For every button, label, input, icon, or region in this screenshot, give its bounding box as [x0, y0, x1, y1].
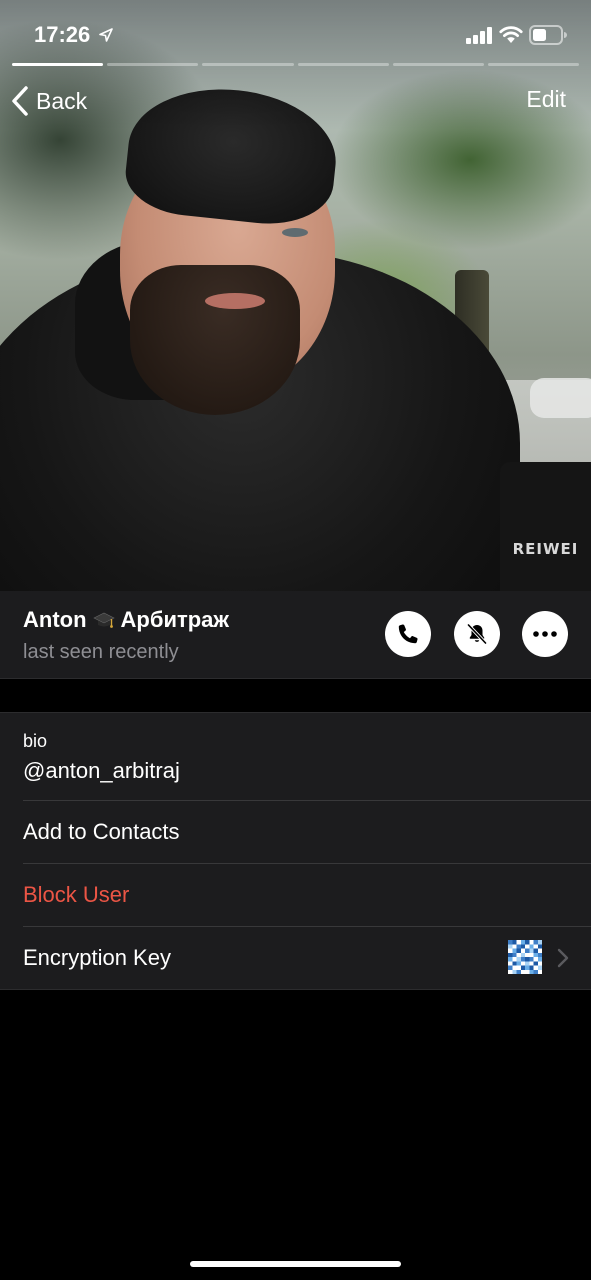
photo-cup-text: REIWEI	[512, 540, 579, 558]
bio-value[interactable]: @anton_arbitraj	[23, 758, 180, 784]
block-user-row[interactable]: Block User	[0, 863, 591, 926]
photo-lips	[205, 293, 265, 309]
bell-muted-icon	[466, 623, 488, 645]
last-seen-status: last seen recently	[23, 641, 179, 663]
profile-photo[interactable]: REIWEI	[0, 0, 591, 591]
battery-icon	[529, 25, 567, 45]
mute-button[interactable]	[454, 611, 500, 657]
add-to-contacts-row[interactable]: Add to Contacts	[0, 800, 591, 863]
encryption-key-image	[508, 940, 542, 974]
photo-segment[interactable]	[487, 63, 580, 66]
status-time: 17:26	[34, 22, 91, 47]
location-arrow-icon	[99, 28, 113, 42]
photo-eye	[282, 228, 308, 237]
block-user-label: Block User	[23, 882, 130, 907]
more-icon	[533, 631, 557, 637]
profile-info-list: bio @anton_arbitraj Add to Contacts Bloc…	[0, 712, 591, 990]
bio-row[interactable]: bio @anton_arbitraj	[0, 713, 591, 800]
back-label: Back	[36, 87, 88, 114]
photo-beard	[130, 265, 300, 415]
status-bar: 17:26	[0, 0, 591, 60]
more-button[interactable]	[522, 611, 568, 657]
photo-car	[530, 378, 591, 418]
photo-segment[interactable]	[12, 63, 104, 66]
photo-segment[interactable]	[202, 63, 294, 66]
encryption-key-label: Encryption Key	[23, 945, 171, 970]
photo-segment[interactable]	[392, 63, 484, 66]
phone-icon	[398, 624, 418, 644]
encryption-key-row[interactable]: Encryption Key	[0, 926, 591, 989]
chevron-right-icon	[557, 948, 569, 968]
add-to-contacts-label: Add to Contacts	[23, 819, 180, 844]
wifi-icon	[499, 26, 523, 43]
photo-cup	[500, 462, 591, 591]
home-indicator[interactable]	[190, 1261, 401, 1267]
user-name-last: Арбитраж	[120, 607, 230, 632]
profile-info-bar: Anton Арбитраж last seen recently	[0, 591, 591, 679]
graduation-cap-icon	[92, 612, 115, 628]
bio-label: bio	[23, 731, 48, 751]
user-name: Anton Арбитраж	[23, 607, 229, 633]
signal-icon	[466, 27, 492, 44]
photo-segment[interactable]	[297, 63, 389, 66]
call-button[interactable]	[385, 611, 431, 657]
photo-segment[interactable]	[107, 63, 199, 66]
photo-segments	[12, 63, 580, 66]
edit-button[interactable]: Edit	[526, 86, 566, 113]
user-name-first: Anton	[23, 607, 87, 632]
back-button[interactable]: Back	[10, 84, 87, 118]
chevron-left-icon	[12, 86, 28, 116]
